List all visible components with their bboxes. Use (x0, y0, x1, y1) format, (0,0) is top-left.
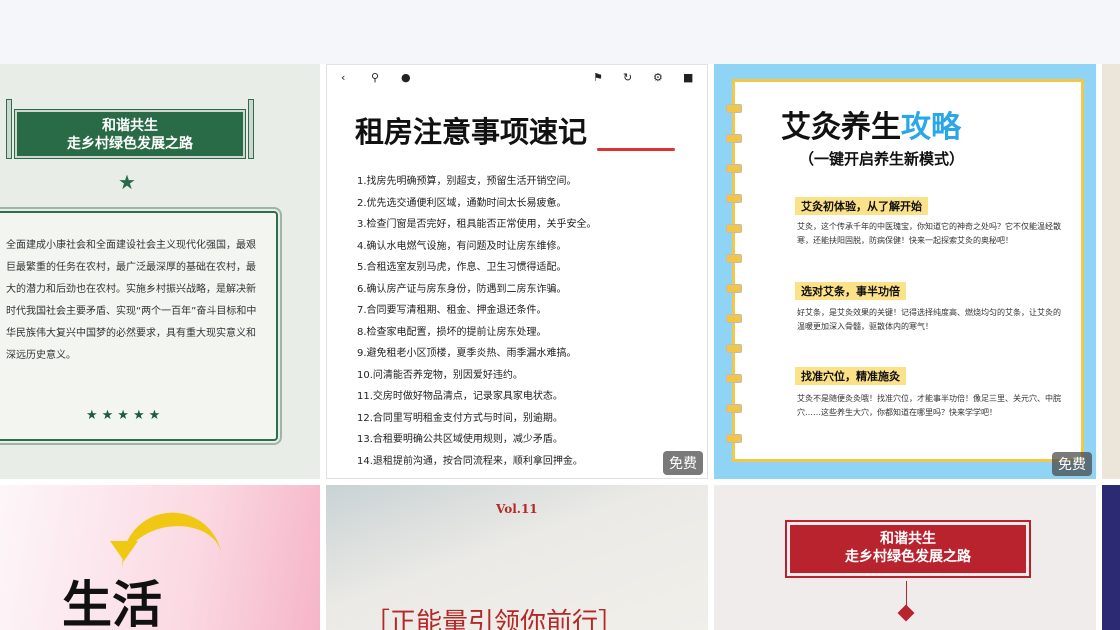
tip-item: 5.合租选室友别马虎，作息、卫生习惯得适配。 (357, 262, 567, 273)
binder-ring (726, 164, 742, 173)
binder-ring (726, 254, 742, 263)
section-body: 艾灸，这个传承千年的中医瑰宝，你知道它的神奇之处吗？它不仅能温经散寒，还能扶阳固… (797, 222, 1061, 245)
tip-item: 6.确认房产证与房东身份，防遇到二房东诈骗。 (357, 283, 567, 295)
notebook-title: 艾灸养生攻略 (781, 102, 961, 146)
tip-item: 4.确认水电燃气设施，有问题及时让房东维修。 (357, 240, 567, 252)
notebook: 艾灸养生攻略 （一键开启养生新模式） 艾灸初体验，从了解开始 艾灸，这个传承千年… (726, 79, 1084, 462)
title-accent: 攻略 (901, 110, 961, 145)
banner-line-2: 走乡村绿色发展之路 (845, 549, 971, 565)
banner-line-2: 走乡村绿色发展之路 (67, 136, 193, 152)
mock-toolbar: ‹ ⚲ ● ⚑ ↻ ⚙ ■ (335, 71, 701, 93)
template-card-partial[interactable] (1102, 64, 1120, 479)
tips-list: 1.找房先明确预算，别超支，预留生活开销空间。 2.优先选交通便利区域，通勤时间… (357, 171, 707, 472)
card-paragraph: 全面建成小康社会和全面建设社会主义现代化强国，最艰巨最繁重的任务在农村，最广泛最… (6, 240, 257, 361)
arrow-head-icon (110, 541, 138, 561)
section-body: 好艾条，是艾灸效果的关键！记得选择纯度高、燃烧均匀的艾条，让艾灸的温暖更加深入骨… (797, 308, 1061, 331)
binder-ring (726, 314, 742, 323)
tip-item: 7.合同要写清租期、租金、押金退还条件。 (357, 305, 547, 316)
search-icon: ⚲ (371, 71, 380, 84)
refresh-icon: ↻ (623, 71, 633, 84)
star-icon: ★ (118, 170, 136, 194)
tip-item: 3.检查门窗是否完好，租具能否正常使用，关乎安全。 (357, 219, 597, 230)
volume-label: Vol.11 (496, 502, 538, 516)
binder-ring (726, 194, 742, 203)
template-card-positive-energy[interactable]: Vol.11 ［正能量引领你前行］ (326, 485, 708, 630)
section-heading: 选对艾条，事半功倍 (795, 282, 906, 300)
chevron-left-icon: ‹ (341, 71, 346, 84)
template-card-partial[interactable] (1102, 485, 1120, 630)
tip-item: 12.合同里写明租金支付方式与时间，别逾期。 (357, 412, 563, 424)
banner-line-1: 和谐共生 (880, 531, 936, 547)
binder-ring (726, 434, 742, 443)
binder-ring (726, 134, 742, 143)
binder-ring (726, 284, 742, 293)
section-heading: 找准穴位，精准施灸 (795, 367, 906, 385)
template-card-rural-red[interactable]: 和谐共生 走乡村绿色发展之路 (714, 485, 1096, 630)
title-main: 艾灸养生 (781, 110, 901, 145)
doc-title: 租房注意事项速记 (355, 115, 588, 149)
binder-ring (726, 344, 742, 353)
scroll-right-cap (248, 99, 254, 159)
scroll-left-cap (6, 99, 12, 159)
free-badge: 免费 (1052, 452, 1092, 476)
tip-item: 1.找房先明确预算，别超支，预留生活开销空间。 (357, 176, 577, 187)
binder-ring (726, 374, 742, 383)
tip-item: 10.问清能否养宠物，别因爱好违约。 (357, 369, 523, 381)
tip-item: 11.交房时做好物品清点，记录家具家电状态。 (357, 391, 563, 402)
section-heading: 艾灸初体验，从了解开始 (795, 197, 928, 215)
tip-item: 14.退租提前沟通，按合同流程来，顺利拿回押金。 (357, 455, 583, 467)
curved-arrow-icon (114, 504, 222, 572)
flag-icon: ⚑ (593, 71, 603, 84)
gear-icon: ⚙ (653, 71, 663, 84)
lock-icon: ■ (683, 71, 694, 84)
tip-item: 9.避免租老小区顶楼，夏季炎热、雨季漏水难搞。 (357, 348, 577, 359)
diamond-ornament (897, 604, 915, 622)
notebook-subtitle: （一键开启养生新模式） (799, 150, 965, 168)
top-bar (0, 0, 1120, 64)
tip-item: 2.优先选交通便利区域，通勤时间太长易疲惫。 (357, 197, 567, 209)
text-frame: 全面建成小康社会和全面建设社会主义现代化强国，最艰巨最繁重的任务在农村，最广泛最… (0, 207, 282, 445)
card-banner: 和谐共生 走乡村绿色发展之路 (785, 520, 1031, 578)
bell-icon: ● (401, 71, 411, 84)
card-headline: 生活 (62, 576, 162, 630)
title-underline (597, 148, 675, 151)
card-banner: 和谐共生 走乡村绿色发展之路 (14, 109, 246, 159)
binder-ring (726, 104, 742, 113)
tip-item: 8.检查家电配置，损坏的提前让房东处理。 (357, 326, 547, 338)
template-card-rural-green[interactable]: 和谐共生 走乡村绿色发展之路 ★ 全面建成小康社会和全面建设社会主义现代化强国，… (0, 64, 320, 479)
template-card-life[interactable]: 生活 (0, 485, 320, 630)
section-body: 艾灸不是随便灸灸哦！找准穴位，才能事半功倍！像足三里、关元穴、中脘穴……这些养生… (797, 394, 1061, 417)
template-card-moxibustion[interactable]: 艾灸养生攻略 （一键开启养生新模式） 艾灸初体验，从了解开始 艾灸，这个传承千年… (714, 64, 1096, 479)
stars-row: ★★★★★ (86, 408, 165, 423)
card-headline: ［正能量引领你前行］ (364, 608, 625, 630)
free-badge: 免费 (663, 451, 703, 475)
template-card-rent-tips[interactable]: ‹ ⚲ ● ⚑ ↻ ⚙ ■ 租房注意事项速记 1.找房先明确预算，别超支，预留生… (326, 64, 708, 479)
binder-ring (726, 224, 742, 233)
binder-ring (726, 404, 742, 413)
banner-line-1: 和谐共生 (102, 118, 158, 134)
tip-item: 13.合租要明确公共区域使用规则，减少矛盾。 (357, 434, 563, 445)
